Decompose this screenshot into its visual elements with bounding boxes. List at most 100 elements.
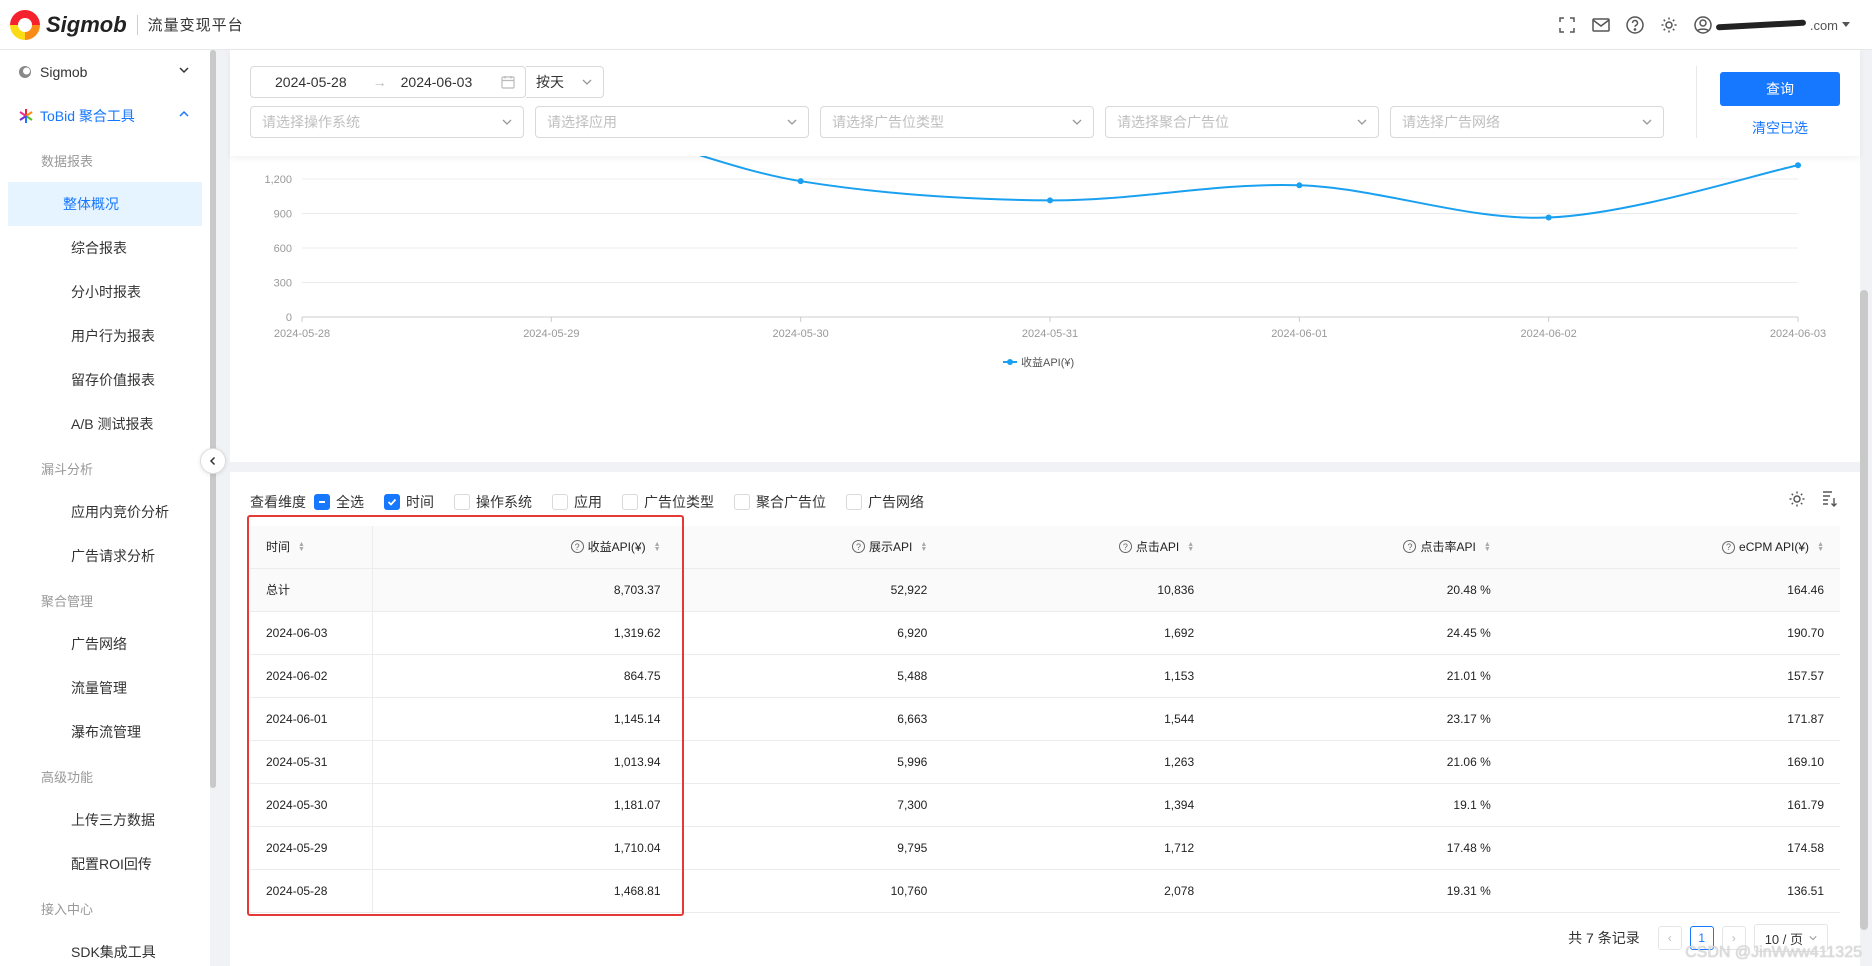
column-title: 展示API: [869, 540, 913, 555]
sidebar-item-ad-request-analysis[interactable]: 广告请求分析: [8, 534, 202, 578]
cell-impressions: 5,996: [676, 740, 944, 784]
date-start[interactable]: 2024-05-28: [275, 74, 347, 90]
table-header-row: 时间 ▲ ▼ ? 收益API(¥) ▲ ▼ ? 展示API ▲ ▼ ? 点击API ▲ ▼ ? 点击率A…: [250, 526, 1840, 569]
ad-slot-type-select[interactable]: 请选择广告位类型: [820, 106, 1094, 138]
help-circle-icon[interactable]: ?: [570, 540, 584, 554]
sidebar-item-upload-third-party[interactable]: 上传三方数据: [8, 798, 202, 842]
cell-clicks: 1,712: [943, 826, 1211, 870]
sort-icon[interactable]: ▲ ▼: [920, 541, 927, 553]
dimension-os[interactable]: 操作系统: [454, 492, 532, 512]
main-scrollbar[interactable]: [1860, 290, 1868, 930]
sidebar-item-sigmob[interactable]: Sigmob: [0, 50, 210, 94]
fullscreen-icon[interactable]: [1558, 16, 1576, 34]
dimension-mediation-slot[interactable]: 聚合广告位: [734, 492, 826, 512]
help-circle-icon[interactable]: ?: [1118, 540, 1132, 554]
x-tick-label: 2024-05-29: [523, 328, 579, 340]
logo[interactable]: Sigmob 流量变现平台: [10, 9, 244, 40]
cell-clicks: 1,394: [943, 783, 1211, 827]
dimension-option-label: 广告网络: [868, 494, 924, 510]
column-header-clicks[interactable]: ? 点击API ▲ ▼: [943, 526, 1211, 569]
help-circle-icon[interactable]: ?: [852, 540, 866, 554]
sort-icon[interactable]: ▲ ▼: [1187, 541, 1194, 553]
app-select[interactable]: 请选择应用: [535, 106, 809, 138]
data-table-card: 查看维度 全选 时间 操作系统 应用 广告位类型 聚合广告位 广告网络 时间 ▲…: [230, 472, 1860, 966]
chevron-down-icon: [1642, 119, 1652, 125]
dimension-ad-slot-type[interactable]: 广告位类型: [622, 492, 714, 512]
column-settings-gear-icon[interactable]: [1788, 490, 1806, 508]
sidebar-item-retention-report[interactable]: 留存价值报表: [8, 358, 202, 402]
sort-icon[interactable]: ▲ ▼: [1484, 541, 1491, 553]
cell-revenue: 1,145.14: [372, 697, 677, 741]
column-title: 点击率API: [1420, 540, 1476, 555]
sidebar-item-ad-network[interactable]: 广告网络: [8, 622, 202, 666]
y-tick-label: 900: [274, 209, 292, 221]
dimension-option-label: 全选: [336, 494, 364, 510]
sidebar-item-overview[interactable]: 整体概况: [8, 182, 202, 226]
column-header-ecpm[interactable]: ? eCPM API(¥) ▲ ▼: [1506, 526, 1840, 569]
column-header-impressions[interactable]: ? 展示API ▲ ▼: [676, 526, 944, 569]
cell-ecpm: 161.79: [1506, 783, 1840, 827]
sidebar-scrollbar[interactable]: [210, 50, 216, 788]
mail-icon[interactable]: [1592, 16, 1610, 34]
sort-icon[interactable]: ▲ ▼: [1817, 541, 1824, 553]
mediation-slot-placeholder: 请选择聚合广告位: [1117, 114, 1229, 130]
granularity-select[interactable]: 按天: [526, 66, 604, 98]
cell-time: 2024-05-28: [250, 869, 373, 913]
legend-marker: [1007, 359, 1013, 365]
sidebar-item-ab-test-report[interactable]: A/B 测试报表: [8, 402, 202, 446]
sidebar-item-tobid[interactable]: ToBid 聚合工具: [0, 94, 210, 138]
date-range-picker[interactable]: 2024-05-28 → 2024-06-03: [250, 66, 526, 98]
clear-selection-link[interactable]: 清空已选: [1720, 116, 1840, 140]
sigmob-logo-icon: [10, 9, 40, 40]
sidebar-item-label: Sigmob: [40, 64, 88, 80]
dimension-select-all[interactable]: 全选: [314, 492, 364, 512]
os-select[interactable]: 请选择操作系统: [250, 106, 524, 138]
column-header-time[interactable]: 时间 ▲ ▼: [250, 526, 373, 569]
dimension-option-label: 操作系统: [476, 494, 532, 510]
cell-time: 2024-06-01: [250, 697, 373, 741]
x-tick-label: 2024-06-03: [1770, 328, 1826, 340]
cell-time: 2024-05-31: [250, 740, 373, 784]
cell-clicks: 1,153: [943, 654, 1211, 698]
mediation-slot-select[interactable]: 请选择聚合广告位: [1105, 106, 1379, 138]
os-select-placeholder: 请选择操作系统: [262, 114, 360, 130]
date-end[interactable]: 2024-06-03: [401, 74, 473, 90]
sidebar-item-roi-callback[interactable]: 配置ROI回传: [8, 842, 202, 886]
sort-icon[interactable]: ▲ ▼: [298, 541, 305, 553]
settings-gear-icon[interactable]: [1660, 16, 1678, 34]
chevron-down-icon: [1072, 119, 1082, 125]
export-download-icon[interactable]: [1820, 490, 1838, 508]
user-menu[interactable]: .com: [1694, 16, 1850, 34]
cell-time: 总计: [250, 568, 373, 612]
y-tick-label: 1,200: [264, 174, 292, 186]
sidebar-item-in-app-bidding[interactable]: 应用内竞价分析: [8, 490, 202, 534]
sidebar-item-comprehensive-report[interactable]: 综合报表: [8, 226, 202, 270]
series-line-revenue: [698, 156, 1799, 219]
help-circle-icon[interactable]: ?: [1722, 540, 1736, 554]
sidebar-collapse-button[interactable]: [200, 448, 226, 474]
sort-icon[interactable]: ▲ ▼: [654, 541, 661, 553]
table-total-row: 总计 8,703.37 52,922 10,836 20.48 % 164.46: [250, 568, 1840, 612]
ad-network-select[interactable]: 请选择广告网络: [1390, 106, 1664, 138]
help-icon[interactable]: [1626, 16, 1644, 34]
dimension-ad-network[interactable]: 广告网络: [846, 492, 924, 512]
column-header-ctr[interactable]: ? 点击率API ▲ ▼: [1210, 526, 1507, 569]
dimension-time[interactable]: 时间: [384, 492, 434, 512]
chevron-down-icon: [179, 67, 189, 74]
column-header-revenue[interactable]: ? 收益API(¥) ▲ ▼: [372, 526, 677, 569]
prev-page-button[interactable]: ‹: [1657, 926, 1682, 950]
dimension-app[interactable]: 应用: [552, 492, 602, 512]
sidebar-item-hourly-report[interactable]: 分小时报表: [8, 270, 202, 314]
ad-network-placeholder: 请选择广告网络: [1402, 114, 1500, 130]
sidebar-item-waterfall-management[interactable]: 瀑布流管理: [8, 710, 202, 754]
help-circle-icon[interactable]: ?: [1403, 540, 1417, 554]
sidebar-item-user-behavior-report[interactable]: 用户行为报表: [8, 314, 202, 358]
sidebar-group-title: 高级功能: [41, 769, 94, 785]
caret-down-icon: [1842, 22, 1850, 27]
sidebar-item-traffic-management[interactable]: 流量管理: [8, 666, 202, 710]
checkbox-icon: [622, 494, 638, 510]
sidebar-item-sdk-tool[interactable]: SDK集成工具: [8, 930, 202, 966]
query-button[interactable]: 查询: [1720, 72, 1840, 106]
cell-revenue: 1,013.94: [372, 740, 677, 784]
table-row: 2024-06-01 1,145.14 6,663 1,544 23.17 % 171.8…: [250, 697, 1840, 741]
